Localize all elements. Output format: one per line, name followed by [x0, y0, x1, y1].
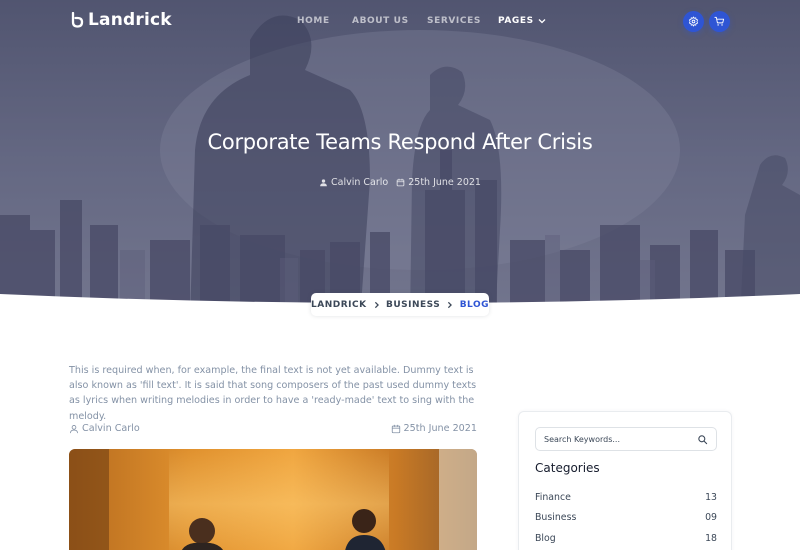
- category-item-finance[interactable]: Finance 13: [535, 492, 717, 512]
- hero-author: Calvin Carlo: [319, 177, 388, 188]
- nav-pages[interactable]: PAGES: [498, 16, 546, 26]
- hero-author-name: Calvin Carlo: [331, 177, 389, 188]
- sidebar-widget: Categories Finance 13 Business 09 Blog 1…: [518, 411, 732, 550]
- search-icon[interactable]: [697, 434, 708, 445]
- category-item-business[interactable]: Business 09: [535, 512, 717, 532]
- post-intro-text: This is required when, for example, the …: [69, 365, 477, 422]
- chevron-right-icon: [448, 301, 453, 308]
- hero-section: Landrick HOME ABOUT US SERVICES PAGES Co…: [0, 0, 800, 320]
- logo-icon: [71, 11, 84, 28]
- post-meta: Calvin Carlo 25th June 2021: [69, 423, 477, 434]
- category-item-blog[interactable]: Blog 18: [535, 533, 717, 550]
- cart-button[interactable]: [709, 11, 730, 32]
- brand-logo[interactable]: Landrick: [69, 10, 172, 30]
- hero-meta: Calvin Carlo 25th June 2021: [0, 177, 800, 188]
- post-image-art: [69, 449, 477, 550]
- nav-about-us[interactable]: ABOUT US: [352, 16, 409, 26]
- categories-title: Categories: [535, 461, 600, 475]
- chevron-right-icon: [374, 301, 379, 308]
- breadcrumb-item-business[interactable]: BUSINESS: [386, 300, 440, 310]
- category-count: 18: [705, 532, 717, 544]
- calendar-icon: [391, 424, 400, 433]
- brand-name: Landrick: [88, 10, 172, 30]
- breadcrumb: LANDRICK BUSINESS BLOG: [311, 293, 489, 316]
- post-featured-image: [69, 449, 477, 550]
- nav-home[interactable]: HOME: [297, 16, 330, 26]
- category-name: Finance: [535, 492, 571, 503]
- category-count: 13: [705, 492, 717, 503]
- category-count: 09: [705, 512, 717, 524]
- settings-button[interactable]: [683, 11, 704, 32]
- gear-icon: [688, 16, 699, 27]
- chevron-down-icon: [538, 19, 546, 24]
- breadcrumb-item-landrick[interactable]: LANDRICK: [311, 300, 367, 310]
- calendar-icon: [396, 178, 405, 187]
- post-date-text: 25th June 2021: [403, 423, 477, 434]
- hero-date-text: 25th June 2021: [408, 177, 481, 188]
- shopping-cart-icon: [714, 16, 725, 26]
- page-title: Corporate Teams Respond After Crisis: [207, 130, 593, 154]
- nav-services[interactable]: SERVICES: [427, 16, 481, 26]
- user-icon: [70, 424, 78, 433]
- user-icon: [320, 179, 327, 187]
- hero-date: 25th June 2021: [396, 177, 481, 188]
- post-date: 25th June 2021: [391, 423, 477, 434]
- categories-list: Finance 13 Business 09 Blog 18: [535, 492, 717, 550]
- nav-pages-label: PAGES: [498, 16, 534, 26]
- search-box: [535, 427, 717, 451]
- breadcrumb-item-blog: BLOG: [459, 299, 489, 310]
- category-name: Business: [535, 512, 577, 524]
- hero-overlay: [0, 0, 800, 320]
- post-author-name: Calvin Carlo: [82, 423, 140, 434]
- category-name: Blog: [535, 532, 556, 544]
- search-input[interactable]: [544, 434, 694, 444]
- post-author[interactable]: Calvin Carlo: [69, 423, 140, 434]
